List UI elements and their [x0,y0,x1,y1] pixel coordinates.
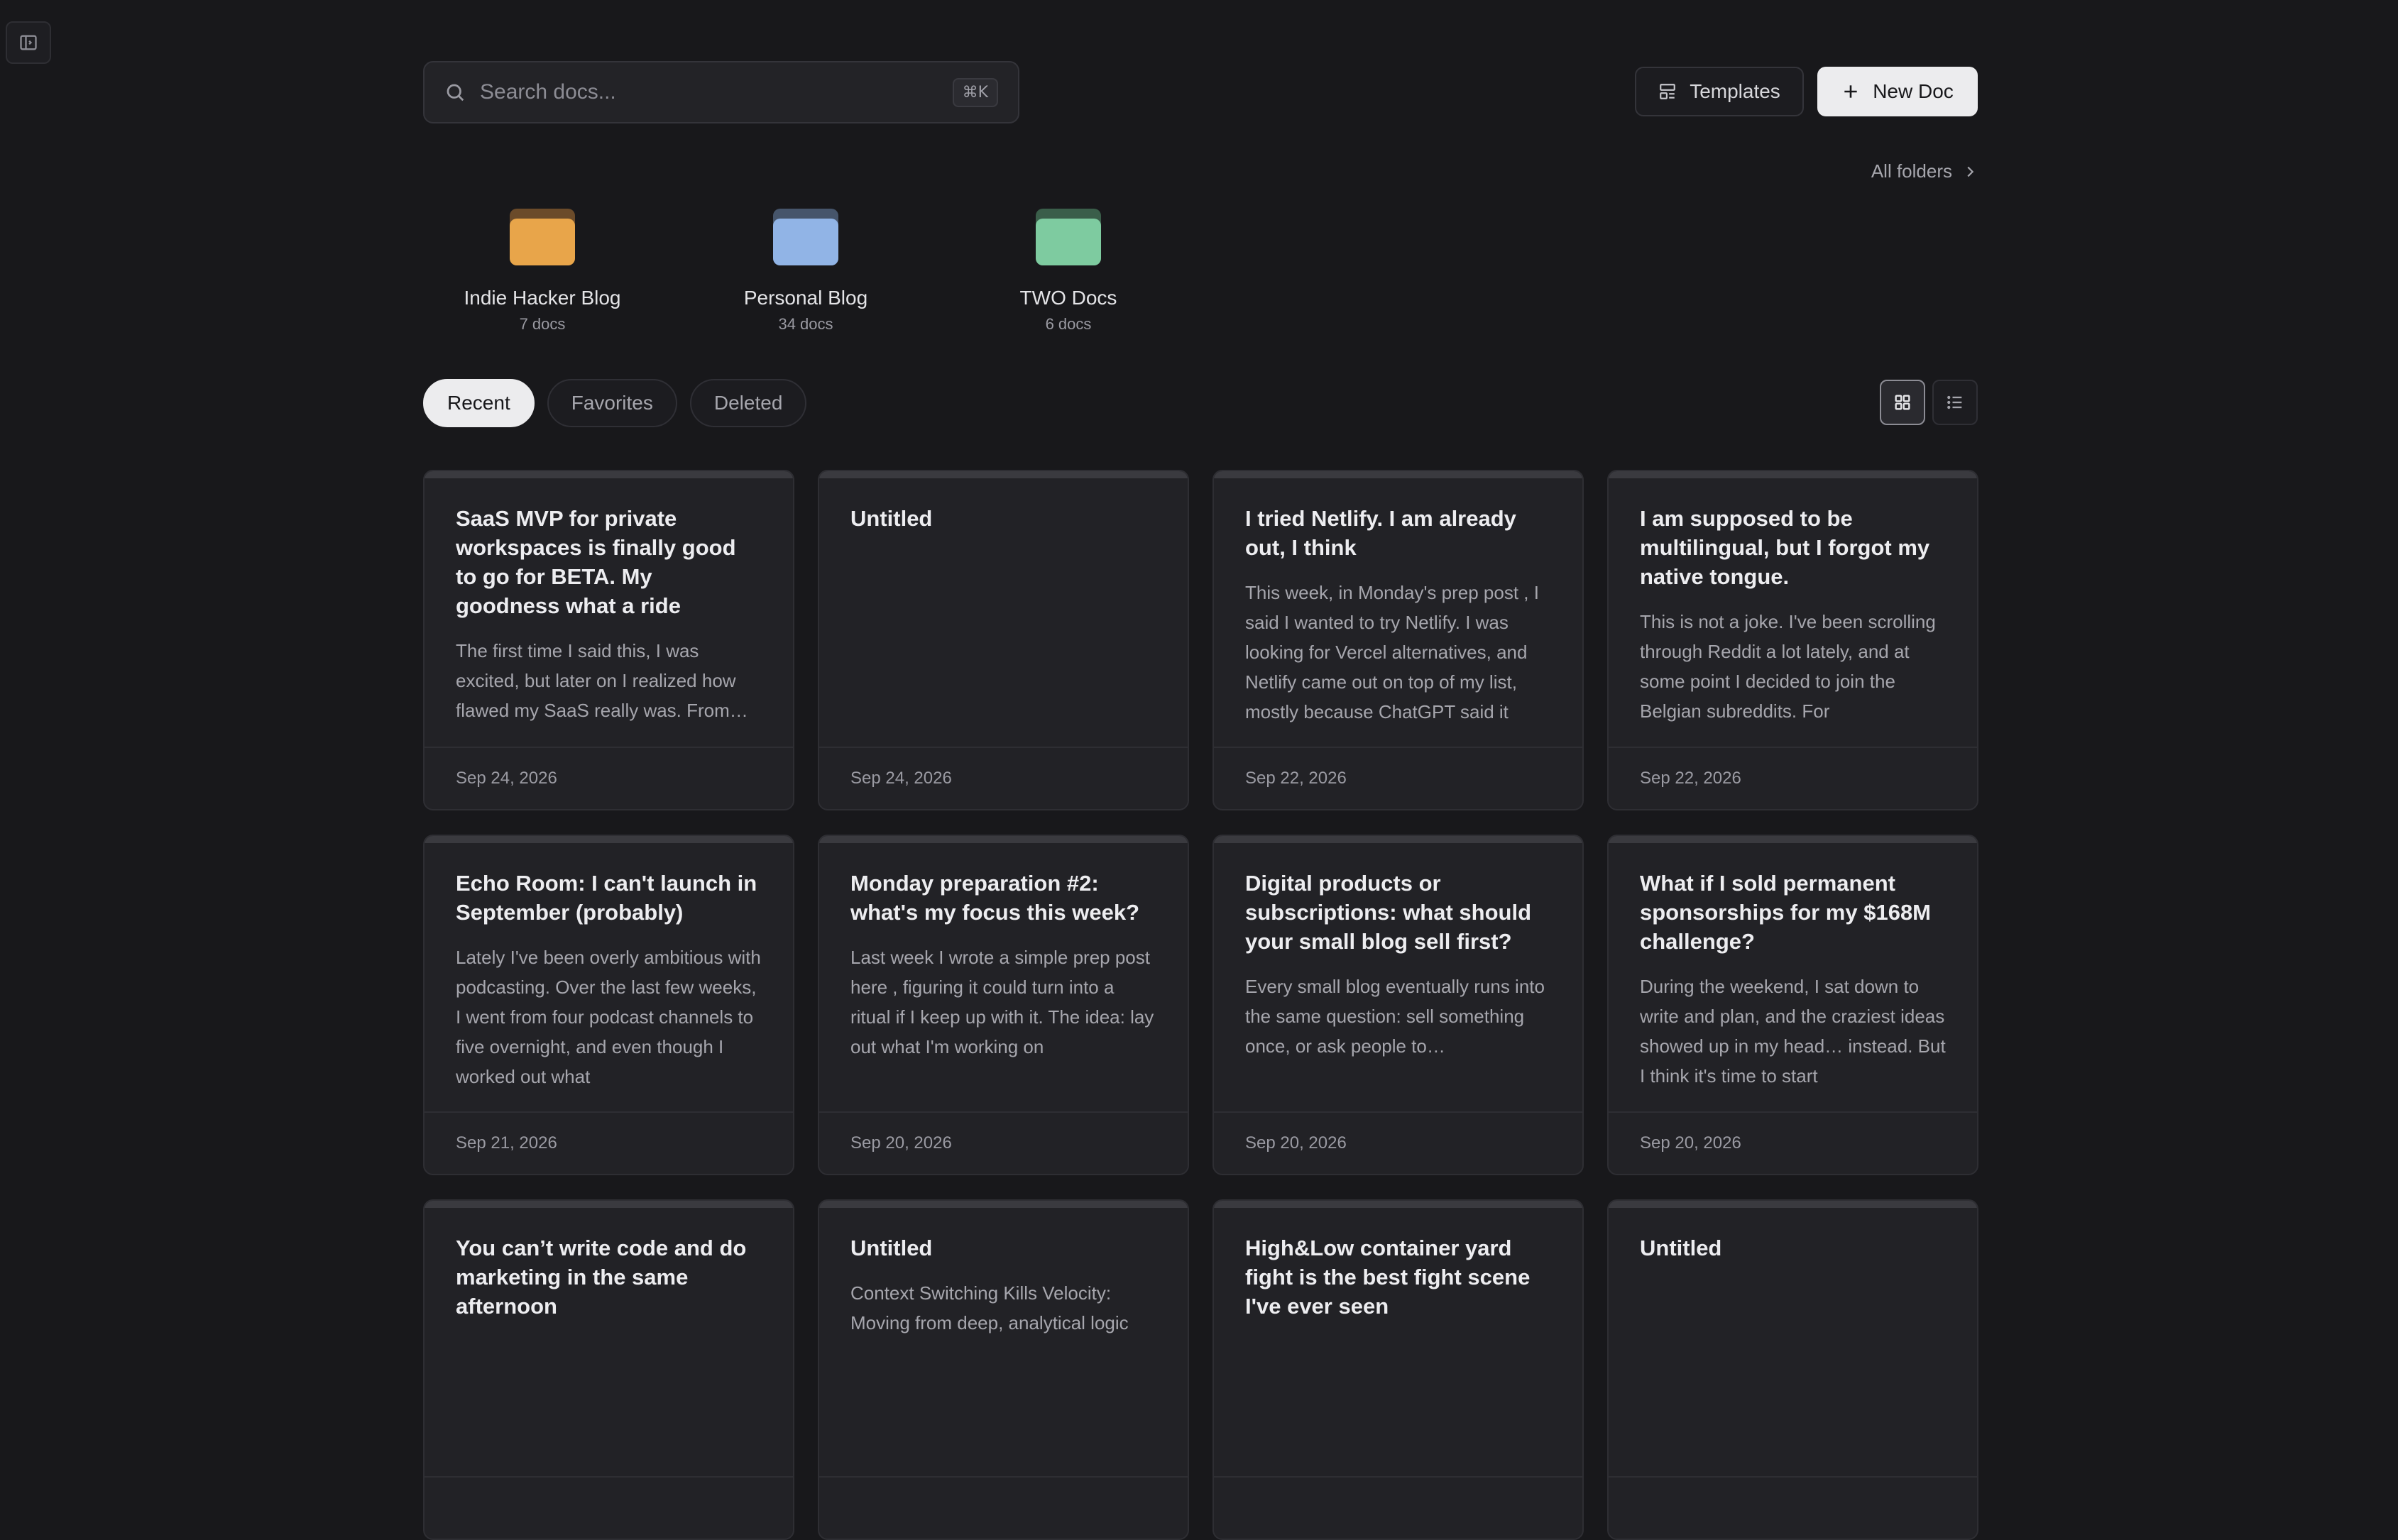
chevron-right-icon [1967,166,1974,177]
doc-card-date [819,1476,1188,1539]
templates-button[interactable]: Templates [1635,67,1804,116]
doc-card[interactable]: Untitled Context Switching Kills Velocity… [818,1199,1189,1540]
doc-card-date [425,1476,793,1539]
search-bar[interactable]: ⌘K [423,61,1019,123]
doc-card-date: Sep 20, 2026 [1214,1111,1582,1174]
doc-card-excerpt: Last week I wrote a simple prep post her… [850,947,1154,1057]
tab-recent[interactable]: Recent [423,379,535,427]
doc-grid: SaaS MVP for private workspaces is final… [423,470,1978,1540]
doc-card-title: High&Low container yard fight is the bes… [1245,1236,1531,1319]
new-doc-label: New Doc [1873,80,1954,102]
doc-filter-tabs: Recent Favorites Deleted [423,379,807,427]
doc-card-title: Untitled [850,506,933,531]
tab-favorites[interactable]: Favorites [547,379,677,427]
folder-name: Personal Blog [743,287,868,309]
doc-card-title: What if I sold permanent sponsorships fo… [1640,871,1932,954]
view-toggle [1880,380,1978,425]
doc-card-title: Echo Room: I can't launch in September (… [456,871,757,925]
doc-card-title: Digital products or subscriptions: what … [1245,871,1532,954]
doc-card-excerpt: Every small blog eventually runs into th… [1245,976,1545,1057]
doc-card-date: Sep 24, 2026 [819,747,1188,809]
doc-card-title: I tried Netlify. I am already out, I thi… [1245,506,1516,560]
search-icon [447,84,464,101]
folder-icon [1036,209,1101,265]
templates-label: Templates [1690,80,1780,102]
doc-card-date [1609,1476,1977,1539]
doc-card-title: Untitled [1640,1236,1722,1260]
doc-card-date [1214,1476,1582,1539]
doc-card-excerpt: Context Switching Kills Velocity: Moving… [850,1282,1129,1333]
doc-card-date: Sep 22, 2026 [1214,747,1582,809]
doc-card-title: I am supposed to be multilingual, but I … [1640,506,1930,589]
search-shortcut-badge: ⌘K [952,77,998,107]
tab-deleted[interactable]: Deleted [689,379,807,427]
doc-card-date: Sep 21, 2026 [425,1111,793,1174]
doc-card-date: Sep 20, 2026 [1609,1111,1977,1174]
doc-card[interactable]: I am supposed to be multilingual, but I … [1607,470,1978,810]
folder-name: TWO Docs [1019,287,1117,309]
doc-card-excerpt: This week, in Monday's prep post , I sai… [1245,582,1539,722]
new-doc-button[interactable]: New Doc [1817,67,1978,116]
all-folders-label: All folders [1871,160,1952,182]
main-content: ⌘K Templates New Doc All folders Indie H… [423,0,1978,1540]
folder-name: Indie Hacker Blog [464,287,621,309]
folder-doc-count: 34 docs [778,315,833,333]
doc-card[interactable]: Monday preparation #2: what's my focus t… [818,835,1189,1175]
grid-view-button[interactable] [1880,380,1925,425]
folder-doc-count: 7 docs [519,315,566,333]
folder-icon [773,209,838,265]
templates-icon [1660,84,1676,99]
doc-card-excerpt: The first time I said this, I was excite… [456,640,736,721]
folder-doc-count: 6 docs [1045,315,1092,333]
folder-indie-hacker-blog[interactable]: Indie Hacker Blog 7 docs [436,209,649,334]
doc-card[interactable]: High&Low container yard fight is the bes… [1212,1199,1584,1540]
plus-icon [1844,85,1857,98]
doc-card[interactable]: I tried Netlify. I am already out, I thi… [1212,470,1584,810]
doc-card-excerpt: During the weekend, I sat down to write … [1640,976,1946,1087]
sidebar-toggle-button[interactable] [6,21,51,64]
all-folders-link[interactable]: All folders [1871,160,1978,182]
search-input[interactable] [480,80,953,104]
sidebar-panel-icon [20,35,37,50]
doc-card[interactable]: Untitled Sep 24, 2026 [818,470,1189,810]
doc-card-excerpt: This is not a joke. I've been scrolling … [1640,611,1936,722]
doc-card-title: SaaS MVP for private workspaces is final… [456,506,736,618]
folder-personal-blog[interactable]: Personal Blog 34 docs [699,209,912,334]
doc-card[interactable]: You can’t write code and do marketing in… [423,1199,794,1540]
doc-card-date: Sep 20, 2026 [819,1111,1188,1174]
grid-icon [1895,395,1910,410]
doc-card[interactable]: What if I sold permanent sponsorships fo… [1607,835,1978,1175]
doc-card[interactable]: SaaS MVP for private workspaces is final… [423,470,794,810]
folder-two-docs[interactable]: TWO Docs 6 docs [962,209,1175,334]
doc-card[interactable]: Echo Room: I can't launch in September (… [423,835,794,1175]
doc-card-title: You can’t write code and do marketing in… [456,1236,747,1319]
doc-card[interactable]: Untitled [1607,1199,1978,1540]
doc-card-date: Sep 24, 2026 [425,747,793,809]
folder-icon [510,209,575,265]
doc-card-excerpt: Lately I've been overly ambitious with p… [456,947,761,1087]
doc-card-date: Sep 22, 2026 [1609,747,1977,809]
doc-card-title: Untitled [850,1236,933,1260]
doc-card-title: Monday preparation #2: what's my focus t… [850,871,1140,925]
list-view-button[interactable] [1932,380,1978,425]
list-icon [1947,395,1962,409]
doc-card[interactable]: Digital products or subscriptions: what … [1212,835,1584,1175]
